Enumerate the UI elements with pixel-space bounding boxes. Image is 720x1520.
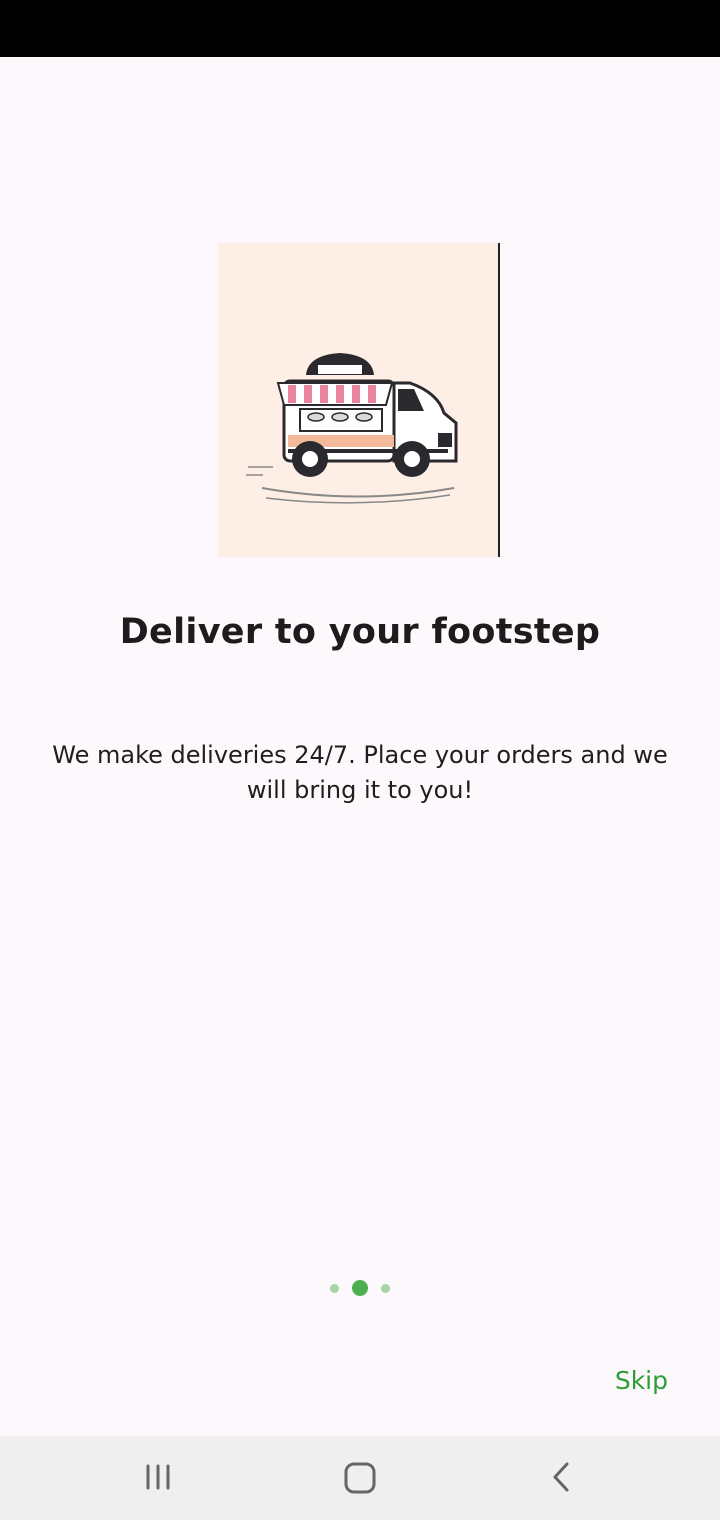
food-truck-icon (246, 353, 458, 504)
page-indicator-dot-1[interactable] (330, 1283, 339, 1293)
navigation-bar (0, 1436, 720, 1520)
home-icon[interactable] (338, 1456, 382, 1500)
food-truck-illustration (218, 243, 500, 557)
recent-apps-icon[interactable] (136, 1456, 180, 1500)
skip-button[interactable]: Skip (615, 1366, 668, 1395)
back-icon[interactable] (540, 1456, 584, 1500)
status-bar (0, 0, 720, 57)
page-indicator-dot-2-active[interactable] (352, 1280, 368, 1296)
page-indicator (0, 1278, 720, 1298)
onboarding-description: We make deliveries 24/7. Place your orde… (52, 741, 668, 804)
onboarding-title: Deliver to your footstep (119, 612, 601, 652)
page-indicator-dot-3[interactable] (381, 1283, 390, 1293)
